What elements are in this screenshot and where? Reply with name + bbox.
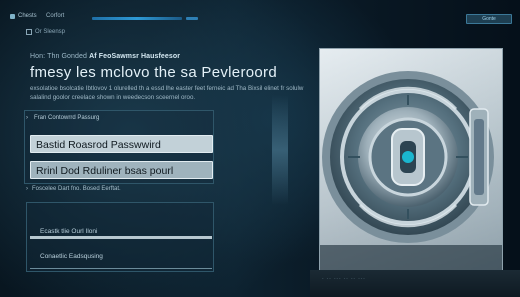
brand-label: Chests bbox=[18, 13, 37, 19]
brand[interactable]: Chests bbox=[10, 13, 37, 19]
form-note: › Foscelee Dart fno. Bosed Eerftat. bbox=[26, 186, 121, 192]
reflection-text: - -- --- -- -- --- bbox=[322, 276, 366, 281]
floor-reflection bbox=[310, 270, 520, 297]
logo-icon bbox=[10, 13, 15, 19]
breadcrumb-label: Or Sleensp bbox=[35, 29, 66, 35]
page-title: fmesy les mclovo the sa Pevleroord bbox=[30, 64, 277, 81]
progress-accent-bar bbox=[92, 17, 182, 20]
kicker-text: Hon: Thn Gonded Af FeoSawmsr Hausfeesor bbox=[30, 53, 180, 60]
option-divider bbox=[30, 236, 212, 239]
top-action-button[interactable]: Gonte bbox=[466, 14, 512, 24]
chevron-right-icon: › bbox=[26, 115, 28, 121]
option-item-1[interactable]: Ecastk tlie Ourl Iloni bbox=[40, 228, 97, 235]
top-bar bbox=[0, 0, 520, 30]
form-section-label: Fran Contowrrd Passurg bbox=[34, 115, 100, 121]
vault-door-image bbox=[319, 48, 503, 278]
chevron-right-icon: › bbox=[26, 186, 28, 192]
breadcrumb[interactable]: Or Sleensp bbox=[26, 29, 65, 35]
checkbox-icon bbox=[26, 29, 32, 35]
option-item-2[interactable]: Conaetlic Eadsqusing bbox=[40, 253, 103, 260]
top-nav: Corfort bbox=[46, 13, 64, 19]
nav-item-corfort[interactable]: Corfort bbox=[46, 13, 64, 19]
option-divider-bottom bbox=[30, 268, 212, 269]
current-password-field[interactable]: Bastid Roasrod Passwwird bbox=[30, 135, 213, 153]
kicker-bold: Af FeoSawmsr Hausfeesor bbox=[89, 53, 181, 60]
new-password-field[interactable]: Rrinl Dod Rduliner bsas pourl bbox=[30, 161, 213, 179]
kicker-prefix: Hon: Thn Gonded bbox=[30, 53, 88, 60]
form-note-text: Foscelee Dart fno. Bosed Eerftat. bbox=[32, 186, 121, 192]
vault-door-illustration bbox=[320, 49, 502, 277]
light-streak bbox=[272, 95, 288, 205]
progress-accent-bar-small bbox=[186, 17, 198, 20]
